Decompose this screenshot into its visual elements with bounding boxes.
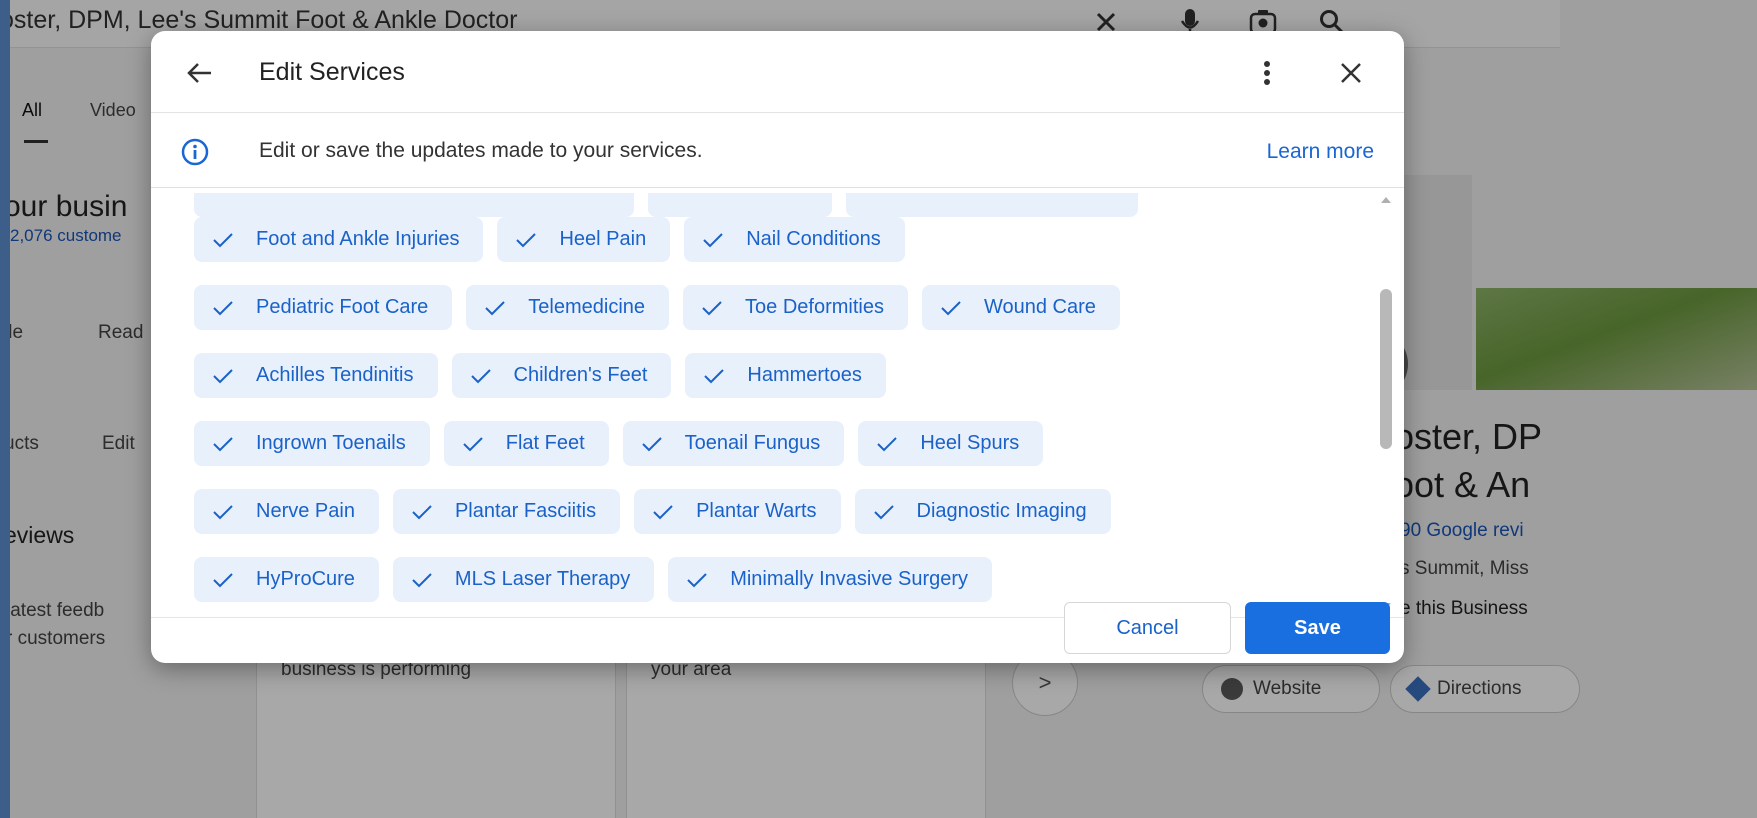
service-chip[interactable]: Plantar Warts [634, 489, 841, 534]
checkmark-icon [687, 572, 707, 587]
checkmark-icon [213, 504, 233, 519]
service-chip-label: Toenail Fungus [684, 432, 821, 454]
scroll-up-arrow-icon[interactable] [1381, 197, 1391, 203]
close-icon [1341, 63, 1361, 83]
more-vert-icon [1264, 61, 1270, 85]
service-chip[interactable]: MLS Laser Therapy [392, 557, 655, 602]
checkmark-icon [412, 504, 432, 519]
checkmark-icon [653, 504, 673, 519]
service-chip-label: Hammertoes [747, 364, 862, 386]
service-chip[interactable]: Ingrown Toenails [194, 421, 430, 466]
service-chip-label: Heel Spurs [920, 432, 1020, 454]
service-chip-label: Plantar Warts [696, 500, 817, 522]
checkmark-icon [704, 368, 725, 383]
service-chip[interactable]: Telemedicine [466, 285, 670, 330]
service-chip[interactable]: Foot and Ankle Injuries [194, 217, 484, 262]
service-chip[interactable]: Minimally Invasive Surgery [668, 557, 993, 602]
service-chip[interactable]: Flat Feet [443, 421, 609, 466]
checkmark-icon [485, 300, 506, 315]
checkmark-icon [877, 436, 898, 451]
service-chip[interactable]: Hammertoes [685, 353, 886, 398]
dialog-footer: Cancel Save [151, 602, 1404, 663]
service-chip[interactable]: Diagnostic Imaging [854, 489, 1111, 534]
service-chip-label: Heel Pain [559, 228, 647, 250]
service-row: Pediatric Foot Care Telemedicine Toe Defor… [194, 285, 1374, 353]
service-chip-label: Wound Care [983, 296, 1096, 318]
service-row-clipped [194, 189, 1374, 217]
service-chip[interactable]: Toe Deformities [683, 285, 908, 330]
service-chip-label: HyProCure [256, 568, 355, 590]
checkmark-icon [941, 300, 961, 315]
service-chip[interactable]: Children's Feet [451, 353, 672, 398]
checkmark-icon [703, 232, 723, 247]
checkmark-icon [213, 300, 233, 315]
service-chip[interactable]: HyProCure [194, 557, 379, 602]
service-chip-label: Ingrown Toenails [256, 432, 406, 454]
checkmark-icon [641, 436, 662, 451]
service-chip-clipped[interactable] [194, 193, 634, 217]
service-chip[interactable]: Heel Pain [497, 217, 671, 262]
dialog-header: Edit Services [151, 31, 1404, 113]
service-chip-clipped[interactable] [648, 193, 832, 217]
service-chip-container: Foot and Ankle Injuries Heel Pain Nail Con… [194, 189, 1374, 617]
info-text: Edit or save the updates made to your se… [259, 139, 703, 162]
services-scrollbar[interactable] [1379, 195, 1393, 611]
service-row: Foot and Ankle Injuries Heel Pain Nail Con… [194, 217, 1374, 285]
checkmark-icon [213, 436, 233, 451]
more-options-button[interactable] [1245, 51, 1289, 95]
save-button[interactable]: Save [1245, 602, 1390, 654]
service-row: Nerve Pain Plantar Fasciitis Plantar Warts… [194, 489, 1374, 557]
checkmark-icon [213, 232, 233, 247]
service-chip-label: Nerve Pain [256, 500, 355, 522]
service-chip-label: Telemedicine [528, 296, 646, 318]
service-chip[interactable]: Achilles Tendinitis [194, 353, 438, 398]
service-chip-label: Diagnostic Imaging [916, 500, 1087, 522]
service-chip-label: Children's Feet [513, 364, 648, 386]
service-chip[interactable]: Nerve Pain [194, 489, 379, 534]
checkmark-icon [516, 232, 537, 247]
checkmark-icon [412, 572, 432, 587]
service-chip-label: Plantar Fasciitis [454, 500, 597, 522]
cancel-button[interactable]: Cancel [1064, 602, 1231, 654]
service-chip[interactable]: Plantar Fasciitis [392, 489, 621, 534]
info-banner: Edit or save the updates made to your se… [151, 114, 1404, 188]
service-chip[interactable]: Wound Care [921, 285, 1120, 330]
service-chip[interactable]: Nail Conditions [684, 217, 905, 262]
dialog-title: Edit Services [259, 58, 405, 86]
info-icon [181, 138, 209, 166]
checkmark-icon [213, 572, 233, 587]
service-chip-label: Minimally Invasive Surgery [730, 568, 969, 590]
checkmark-icon [873, 504, 894, 519]
checkmark-icon [470, 368, 491, 383]
close-dialog-button[interactable] [1329, 51, 1373, 95]
service-chip[interactable]: Heel Spurs [858, 421, 1044, 466]
services-list[interactable]: Foot and Ankle Injuries Heel Pain Nail Con… [151, 189, 1404, 617]
edit-services-dialog: Edit Services Edit or save the updates m… [151, 31, 1404, 663]
service-chip-label: Toe Deformities [745, 296, 884, 318]
checkmark-icon [463, 436, 483, 451]
checkmark-icon [702, 300, 722, 315]
arrow-left-icon [187, 63, 211, 83]
service-chip-label: Flat Feet [505, 432, 585, 454]
learn-more-link[interactable]: Learn more [1267, 140, 1374, 164]
back-button[interactable] [177, 51, 221, 95]
service-chip-label: Nail Conditions [746, 228, 881, 250]
service-chip[interactable]: Pediatric Foot Care [194, 285, 453, 330]
service-chip-label: Foot and Ankle Injuries [256, 228, 460, 250]
service-chip[interactable]: Toenail Fungus [622, 421, 845, 466]
service-row: Achilles Tendinitis Children's Feet Hammer… [194, 353, 1374, 421]
service-chip-label: Achilles Tendinitis [256, 364, 414, 386]
service-chip-label: Pediatric Foot Care [256, 296, 429, 318]
service-chip-clipped[interactable] [846, 193, 1138, 217]
checkmark-icon [213, 368, 233, 383]
service-row: Ingrown Toenails Flat Feet Toenail Fungus H… [194, 421, 1374, 489]
scrollbar-thumb[interactable] [1380, 289, 1392, 449]
service-chip-label: MLS Laser Therapy [454, 568, 631, 590]
